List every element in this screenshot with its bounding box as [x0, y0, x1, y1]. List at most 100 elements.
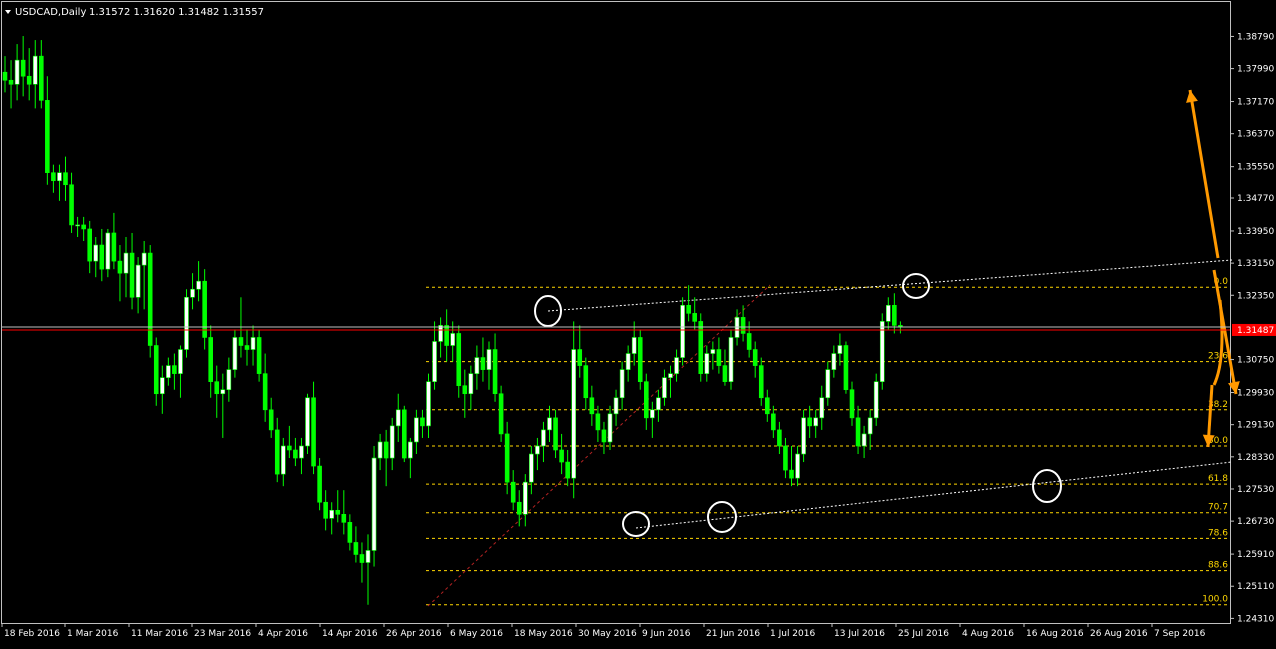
fib-level-label: 78.6	[1208, 528, 1228, 538]
bearish-candle	[208, 337, 213, 382]
bearish-candle	[256, 337, 262, 374]
bearish-candle	[335, 509, 341, 515]
y-tick-label: 1.28330	[1237, 453, 1274, 463]
bullish-candle	[93, 244, 99, 262]
x-tick-label: 30 May 2016	[578, 629, 637, 639]
x-tick-label: 18 Feb 2016	[4, 629, 60, 639]
x-tick-label: 1 Mar 2016	[67, 629, 119, 639]
bearish-candle	[359, 554, 365, 563]
bullish-candle	[837, 345, 843, 354]
bearish-candle	[855, 417, 861, 447]
bearish-candle	[323, 501, 328, 519]
x-tick-label: 6 May 2016	[450, 629, 503, 639]
y-tick-label: 1.37170	[1237, 98, 1274, 108]
y-tick-label: 1.35550	[1237, 163, 1274, 173]
y-tick-label: 1.29130	[1237, 421, 1274, 431]
x-tick-label: 21 Jun 2016	[706, 629, 760, 639]
bearish-candle	[849, 389, 855, 419]
y-tick-label: 1.33950	[1237, 227, 1274, 237]
bearish-candle	[807, 417, 812, 427]
bullish-candle	[135, 264, 141, 298]
x-tick-label: 4 Aug 2016	[962, 629, 1014, 639]
bearish-candle	[347, 522, 353, 543]
bullish-candle	[522, 481, 528, 515]
bearish-candle	[843, 345, 849, 391]
bullish-candle	[250, 337, 256, 350]
bearish-candle	[26, 75, 32, 85]
bearish-candle	[268, 409, 274, 431]
bearish-candle	[577, 349, 583, 366]
bearish-candle	[746, 333, 752, 350]
bullish-candle	[619, 369, 625, 399]
chart-header[interactable]: USDCAD,Daily 1.31572 1.31620 1.31482 1.3…	[5, 7, 264, 18]
bearish-candle	[589, 397, 595, 415]
x-tick-label: 16 Aug 2016	[1026, 629, 1084, 639]
bearish-candle	[783, 445, 788, 471]
bullish-candle	[613, 397, 619, 415]
bearish-candle	[559, 449, 564, 463]
bearish-candle	[8, 79, 14, 85]
bearish-candle	[637, 337, 643, 382]
bearish-candle	[45, 100, 50, 173]
bullish-candle	[668, 373, 673, 378]
bearish-candle	[51, 172, 56, 182]
bearish-candle	[553, 417, 558, 451]
bullish-candle	[184, 296, 189, 350]
bearish-candle	[87, 228, 92, 262]
bearish-candle	[287, 445, 292, 451]
bullish-candle	[377, 441, 383, 459]
bullish-candle	[371, 457, 377, 551]
bearish-candle	[317, 465, 322, 503]
bullish-candle	[190, 288, 195, 298]
bearish-candle	[898, 325, 903, 327]
bearish-candle	[420, 417, 425, 427]
x-tick-label: 1 Jul 2016	[770, 629, 815, 639]
bullish-candle	[178, 349, 183, 374]
bearish-candle	[147, 252, 153, 346]
fib-level-label: 88.6	[1208, 561, 1228, 571]
bearish-candle	[214, 381, 220, 395]
bearish-candle	[504, 433, 510, 483]
y-tick-label: 1.38790	[1237, 32, 1274, 42]
bullish-candle	[450, 333, 456, 346]
bullish-candle	[468, 373, 474, 395]
bullish-candle	[395, 409, 401, 427]
bullish-candle	[105, 232, 111, 270]
bullish-candle	[535, 445, 540, 455]
bullish-candle	[680, 305, 685, 358]
bullish-candle	[389, 425, 395, 459]
bearish-candle	[601, 429, 607, 443]
bullish-candle	[625, 353, 631, 370]
bearish-candle	[740, 317, 746, 334]
y-tick-label: 1.27530	[1237, 485, 1274, 495]
bullish-candle	[299, 445, 304, 459]
bearish-candle	[293, 449, 298, 459]
bearish-candle	[444, 325, 449, 346]
bullish-candle	[166, 365, 171, 378]
bullish-candle	[801, 417, 806, 455]
x-tick-label: 11 Mar 2016	[131, 629, 188, 639]
bullish-candle	[438, 325, 443, 342]
bullish-candle	[650, 409, 655, 419]
bullish-candle	[529, 453, 534, 483]
bullish-candle	[867, 417, 873, 435]
y-tick-label: 1.33150	[1237, 259, 1274, 269]
bearish-candle	[498, 393, 504, 435]
bullish-candle	[819, 397, 825, 419]
bullish-candle	[662, 377, 667, 399]
bullish-candle	[728, 337, 734, 382]
bullish-candle	[813, 417, 819, 427]
bullish-candle	[607, 413, 613, 443]
bullish-candle	[873, 381, 879, 419]
bullish-candle	[674, 357, 679, 374]
bearish-candle	[244, 345, 250, 350]
bearish-candle	[892, 305, 897, 326]
bearish-candle	[565, 461, 570, 479]
chart-container: 0.0 23.6 38.2 50.0 61.8 70.7 78.6 88.6 100.0 1.3…	[0, 0, 1276, 645]
bearish-candle	[274, 429, 280, 475]
bullish-candle	[32, 55, 38, 85]
x-tick-label: 4 Apr 2016	[258, 629, 308, 639]
bearish-candle	[643, 381, 649, 419]
y-tick-label: 1.36370	[1237, 130, 1274, 140]
bearish-candle	[63, 172, 68, 186]
